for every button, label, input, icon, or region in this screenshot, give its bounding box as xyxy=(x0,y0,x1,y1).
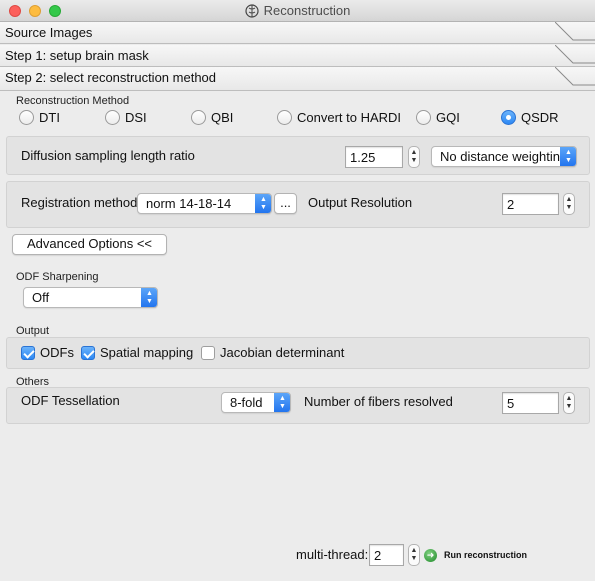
step-tab-source-images[interactable]: Source Images xyxy=(0,22,595,44)
checkbox-odfs[interactable]: ODFs xyxy=(21,345,74,360)
registration-browse-button[interactable]: ... xyxy=(274,193,297,214)
radio-label: Convert to HARDI xyxy=(297,110,402,125)
registration-label: Registration method xyxy=(21,195,138,210)
radio-qsdr[interactable]: QSDR xyxy=(501,110,559,125)
radio-indicator[interactable] xyxy=(416,110,431,125)
odf-tessellation-label: ODF Tessellation xyxy=(21,393,120,408)
step-label: Step 2: select reconstruction method xyxy=(5,70,217,85)
step-tab-brain-mask[interactable]: Step 1: setup brain mask xyxy=(0,45,595,67)
odf-sharpening-label: ODF Sharpening xyxy=(16,271,99,283)
window-controls xyxy=(9,5,61,17)
checkbox-indicator[interactable] xyxy=(201,345,215,360)
registration-method-select[interactable]: norm 14-18-14 ▲ ▼ xyxy=(137,193,272,214)
output-resolution-stepper[interactable]: ▲ ▼ xyxy=(563,193,575,215)
multi-thread-input[interactable]: 2 xyxy=(369,544,404,566)
radio-qbi[interactable]: QBI xyxy=(191,110,233,125)
minimize-window-button[interactable] xyxy=(29,5,41,17)
output-resolution-label: Output Resolution xyxy=(308,195,413,210)
checkbox-indicator[interactable] xyxy=(81,345,95,360)
radio-indicator[interactable] xyxy=(191,110,206,125)
chevron-updown-icon: ▲ ▼ xyxy=(141,288,157,307)
distance-weighting-select[interactable]: No distance weighting ▲ ▼ xyxy=(431,146,577,167)
radio-label: QSDR xyxy=(521,110,559,125)
radio-indicator[interactable] xyxy=(501,110,516,125)
select-value: norm 14-18-14 xyxy=(146,196,232,211)
radio-indicator[interactable] xyxy=(19,110,34,125)
checkbox-indicator[interactable] xyxy=(21,345,35,360)
fibers-resolved-stepper[interactable]: ▲ ▼ xyxy=(563,392,575,414)
checkbox-label: ODFs xyxy=(40,345,74,360)
chevron-updown-icon: ▲ ▼ xyxy=(274,393,290,412)
odf-sharpening-select[interactable]: Off ▲ ▼ xyxy=(23,287,158,308)
tab-edge xyxy=(555,67,595,86)
checkbox-jacobian[interactable]: Jacobian determinant xyxy=(201,345,344,360)
radio-label: DTI xyxy=(39,110,60,125)
multi-thread-label: multi-thread: xyxy=(296,547,369,562)
radio-label: DSI xyxy=(125,110,147,125)
step-label: Step 1: setup brain mask xyxy=(5,48,149,63)
step-tab-reconstruction[interactable]: Step 2: select reconstruction method xyxy=(0,67,595,91)
output-label: Output xyxy=(16,325,50,337)
select-value: 8-fold xyxy=(230,395,263,410)
radio-convert-hardi[interactable]: Convert to HARDI xyxy=(277,110,401,125)
run-arrow-icon[interactable]: ➜ xyxy=(424,549,437,562)
brain-icon xyxy=(245,3,259,18)
recon-method-label: Reconstruction Method xyxy=(16,95,130,107)
tab-edge xyxy=(555,45,595,64)
output-resolution-input[interactable]: 2 xyxy=(502,193,559,215)
radio-indicator[interactable] xyxy=(105,110,120,125)
window-title: Reconstruction xyxy=(263,3,351,18)
checkbox-label: Jacobian determinant xyxy=(220,345,345,360)
odf-tessellation-select[interactable]: 8-fold ▲ ▼ xyxy=(221,392,291,413)
tab-edge xyxy=(555,22,595,41)
chevron-updown-icon: ▲ ▼ xyxy=(560,147,576,166)
diffusion-label: Diffusion sampling length ratio xyxy=(21,148,195,163)
checkbox-label: Spatial mapping xyxy=(100,345,194,360)
diffusion-ratio-stepper[interactable]: ▲ ▼ xyxy=(408,146,420,168)
checkbox-spatial-mapping[interactable]: Spatial mapping xyxy=(81,345,193,360)
fibers-resolved-input[interactable]: 5 xyxy=(502,392,559,414)
radio-gqi[interactable]: GQI xyxy=(416,110,460,125)
step-label: Source Images xyxy=(5,25,93,40)
radio-dti[interactable]: DTI xyxy=(19,110,60,125)
run-reconstruction-button[interactable]: Run reconstruction xyxy=(444,550,527,560)
radio-indicator[interactable] xyxy=(277,110,292,125)
multi-thread-stepper[interactable]: ▲ ▼ xyxy=(408,544,420,566)
select-value: Off xyxy=(32,290,50,305)
radio-dsi[interactable]: DSI xyxy=(105,110,147,125)
chevron-updown-icon: ▲ ▼ xyxy=(255,194,271,213)
title-bar: Reconstruction xyxy=(0,0,595,22)
radio-label: GQI xyxy=(436,110,460,125)
diffusion-ratio-input[interactable]: 1.25 xyxy=(345,146,403,168)
close-window-button[interactable] xyxy=(9,5,21,17)
advanced-options-button[interactable]: Advanced Options << xyxy=(12,234,167,255)
zoom-window-button[interactable] xyxy=(49,5,61,17)
select-value: No distance weighting xyxy=(440,149,568,164)
fibers-resolved-label: Number of fibers resolved xyxy=(304,394,453,409)
radio-label: QBI xyxy=(211,110,234,125)
